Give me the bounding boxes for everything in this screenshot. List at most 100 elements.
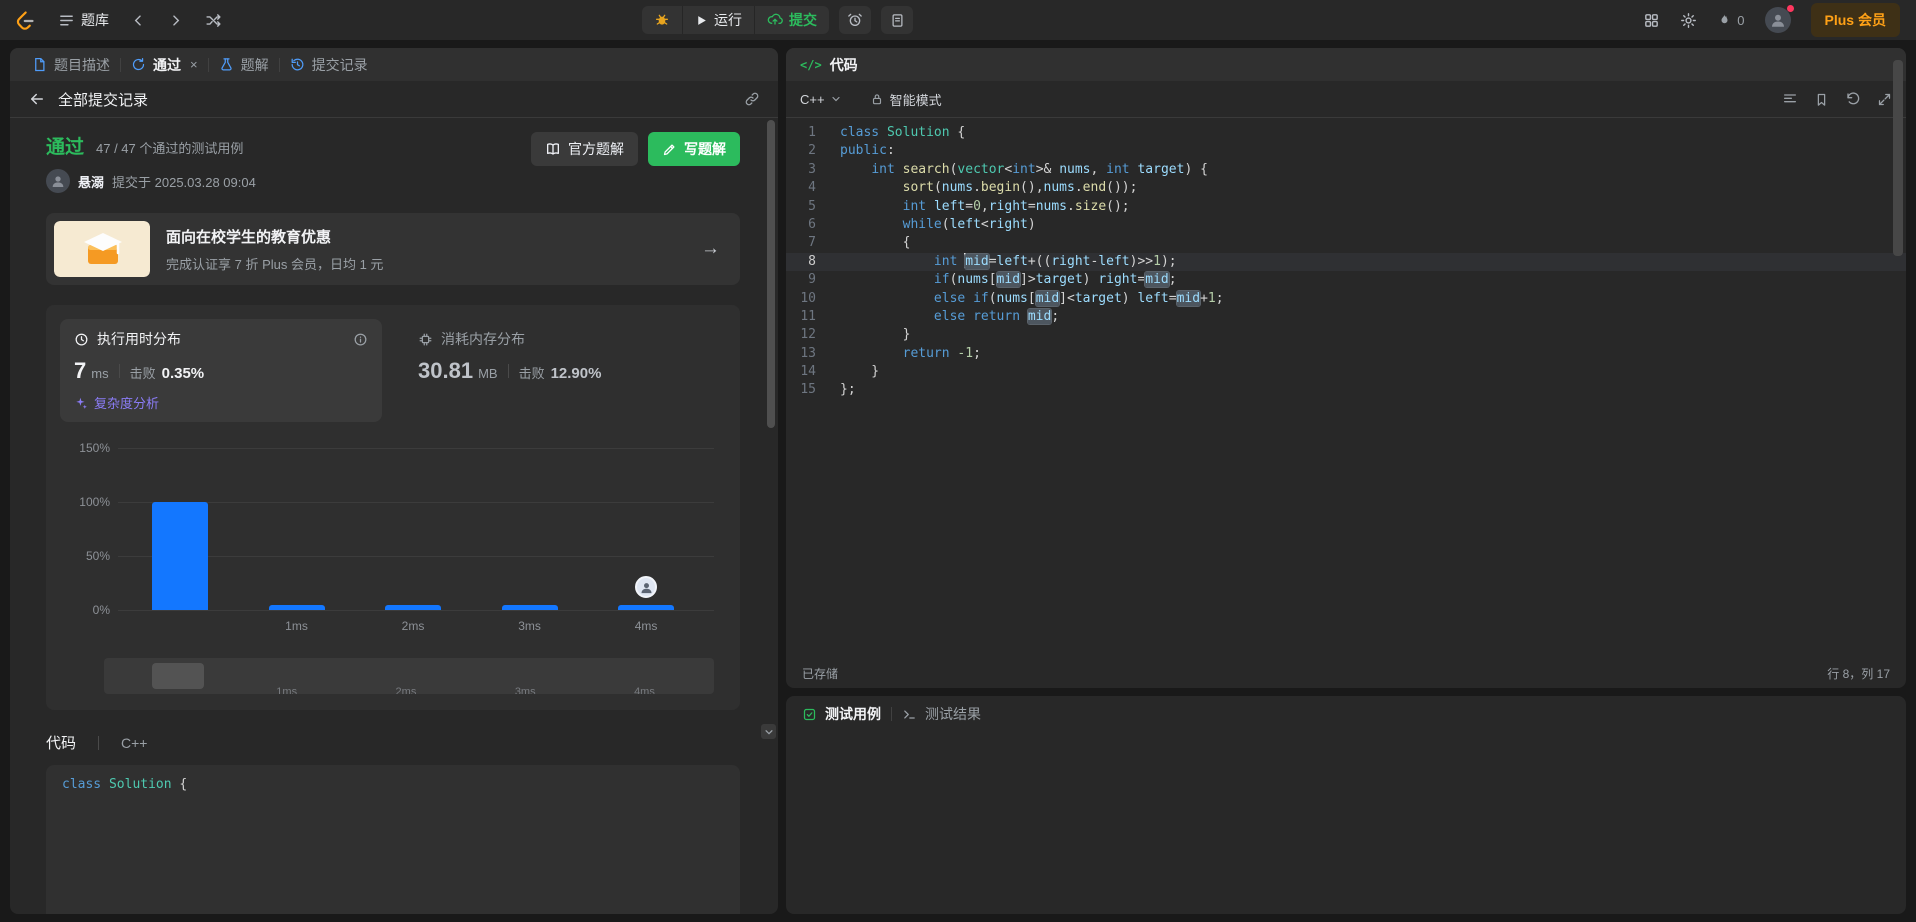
top-navbar: 题库 运行 提交 0 Plus 会员 [0, 0, 1916, 40]
flask-icon [219, 57, 234, 72]
memory-stat[interactable]: 消耗内存分布 30.81 MB 击败 12.90% [418, 319, 601, 422]
copy-link-icon[interactable] [744, 91, 760, 107]
run-button[interactable]: 运行 [683, 6, 755, 34]
testcase-label: 测试用例 [825, 706, 881, 722]
student-promo-banner[interactable]: 面向在校学生的教育优惠 完成认证享 7 折 Plus 会员，日均 1 元 → [46, 213, 740, 285]
tab-accepted[interactable]: 通过 × [121, 48, 208, 81]
memory-value: 30.81 [418, 358, 474, 383]
tab-submissions[interactable]: 提交记录 [280, 48, 378, 81]
tab-description-label: 题目描述 [54, 56, 110, 73]
editor-title: 代码 [829, 56, 858, 73]
smart-mode-toggle[interactable]: 智能模式 [870, 90, 942, 109]
submit-button[interactable]: 提交 [755, 6, 829, 34]
promo-arrow-icon[interactable]: → [701, 238, 720, 260]
left-panel: 题目描述 通过 × 题解 提交记录 全部提交记录 通过 47 / 47 个通过的… [10, 48, 778, 914]
prev-problem-icon[interactable] [131, 13, 146, 28]
history-icon [290, 57, 305, 72]
terminal-icon [902, 707, 917, 722]
navbar-center: 运行 提交 [642, 0, 913, 40]
console-panel: 测试用例 测试结果 [786, 696, 1906, 914]
back-arrow-icon[interactable] [28, 90, 46, 108]
code-brackets-icon: </> [800, 57, 822, 72]
tab-test-result[interactable]: 测试结果 [902, 704, 981, 724]
format-code-icon[interactable] [1782, 91, 1798, 107]
apps-grid-icon[interactable] [1643, 12, 1660, 29]
tab-solutions[interactable]: 题解 [209, 48, 279, 81]
editor-lines[interactable]: 1 class Solution {2 public: 3 int search(ve… [786, 118, 1906, 658]
run-label: 运行 [714, 12, 742, 28]
write-solution-button[interactable]: 写题解 [648, 132, 740, 166]
notes-button[interactable] [881, 6, 913, 34]
bookmark-icon[interactable] [1814, 92, 1829, 107]
runtime-bar[interactable] [618, 605, 675, 610]
runtime-bar[interactable] [268, 605, 325, 610]
book-icon [545, 141, 561, 157]
test-result-label: 测试结果 [925, 706, 981, 722]
code-section-label: 代码 [46, 735, 77, 752]
runtime-bar[interactable] [151, 502, 208, 610]
promo-subtitle: 完成认证享 7 折 Plus 会员，日均 1 元 [166, 256, 384, 272]
subheader-title: 全部提交记录 [58, 91, 149, 109]
user-position-marker[interactable] [635, 576, 658, 598]
runtime-chart-plot[interactable]: 150% 100% 50% 0% 1ms 2ms 3ms 4ms [79, 441, 714, 633]
tab-solutions-label: 题解 [240, 56, 269, 73]
plus-member-button[interactable]: Plus 会员 [1810, 3, 1900, 37]
reset-code-icon[interactable] [1845, 91, 1861, 107]
editor-scrollbar[interactable] [1893, 60, 1903, 256]
timer-button[interactable] [839, 6, 871, 34]
shuffle-icon[interactable] [205, 12, 222, 29]
checklist-icon [802, 707, 817, 722]
left-panel-scrollbar[interactable] [767, 120, 775, 428]
debug-button[interactable] [642, 6, 683, 34]
user-avatar[interactable] [1764, 5, 1794, 33]
debug-icon [654, 12, 670, 28]
scroll-down-button[interactable] [761, 724, 776, 739]
divider [98, 735, 100, 750]
console-header: 测试用例 测试结果 [786, 696, 1906, 732]
streak-counter[interactable]: 0 [1717, 12, 1745, 28]
tab-close-icon[interactable]: × [190, 57, 198, 72]
runtime-stat-box[interactable]: 执行用时分布 7 ms 击败 0.35% 复杂度分析 [60, 319, 382, 422]
editor-statusbar: 已存储 行 8，列 17 [786, 658, 1906, 688]
list-icon [58, 12, 75, 29]
author-avatar [46, 169, 70, 193]
right-column: </> 代码 C++ 智能模式 1 class Solution {2 pub… [786, 48, 1906, 914]
problem-bank-link[interactable]: 题库 [58, 10, 109, 30]
minimap-thumb[interactable] [152, 663, 204, 689]
chart-minimap[interactable]: 1ms 2ms 3ms 4ms [104, 658, 714, 694]
memory-title: 消耗内存分布 [441, 331, 525, 347]
tab-testcase[interactable]: 测试用例 [802, 704, 881, 724]
memory-beats-label: 击败 [518, 366, 545, 381]
runtime-bar[interactable] [385, 605, 442, 610]
problem-bank-label: 题库 [81, 12, 109, 28]
next-problem-icon[interactable] [168, 13, 183, 28]
leetcode-logo-icon[interactable] [16, 9, 36, 31]
official-solution-label: 官方题解 [568, 141, 624, 157]
runtime-bar[interactable] [501, 605, 558, 610]
pencil-icon [662, 142, 677, 157]
chart-xaxis-space [60, 610, 726, 640]
settings-gear-icon[interactable] [1680, 12, 1697, 29]
notification-dot [1786, 5, 1794, 12]
official-solution-button[interactable]: 官方题解 [531, 132, 638, 166]
tab-description[interactable]: 题目描述 [22, 48, 120, 81]
runtime-title: 执行用时分布 [97, 331, 181, 347]
language-select[interactable]: C++ [800, 92, 842, 107]
document-icon [32, 57, 47, 72]
saved-status: 已存储 [802, 666, 839, 681]
expand-icon[interactable] [1877, 92, 1892, 107]
info-icon[interactable] [353, 332, 368, 347]
code-section-header: 代码 C++ [46, 732, 740, 753]
left-tabbar: 题目描述 通过 × 题解 提交记录 [10, 48, 778, 81]
complexity-analysis-link[interactable]: 复杂度分析 [74, 393, 368, 412]
language-value: C++ [800, 91, 825, 107]
note-icon [890, 13, 905, 28]
submission-subheader: 全部提交记录 [10, 81, 778, 118]
code-section-language: C++ [121, 734, 148, 751]
submit-label: 提交 [789, 12, 817, 28]
main-area: 题目描述 通过 × 题解 提交记录 全部提交记录 通过 47 / 47 个通过的… [0, 40, 1916, 922]
memory-chip-icon [418, 332, 433, 347]
code-preview[interactable]: class Solution { [46, 765, 740, 914]
tab-submissions-label: 提交记录 [311, 56, 368, 73]
run-submit-group: 运行 提交 [642, 6, 829, 34]
